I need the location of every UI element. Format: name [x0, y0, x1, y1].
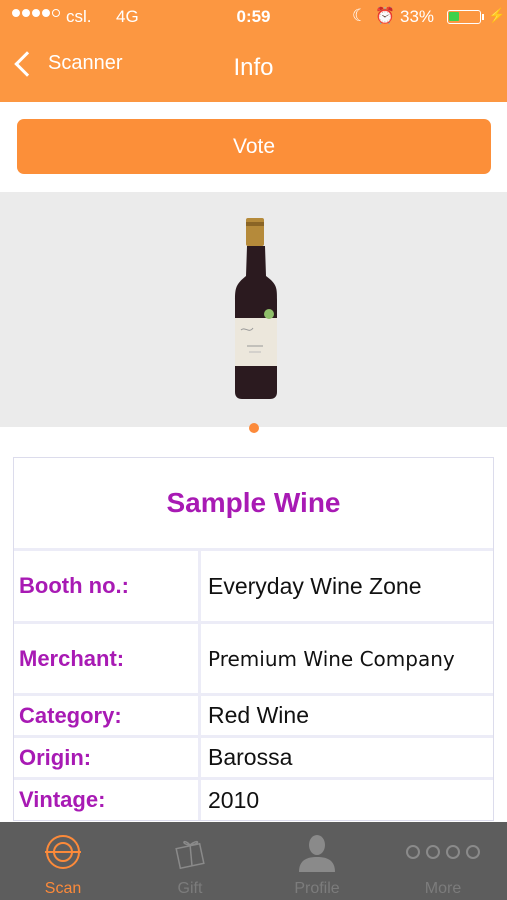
tab-gift-label: Gift — [177, 880, 203, 897]
product-image-carousel[interactable] — [0, 192, 507, 427]
tab-profile[interactable]: Profile — [254, 822, 380, 900]
table-row: Merchant: Premium Wine Company — [14, 621, 493, 693]
moon-icon: ☾ — [352, 6, 368, 25]
gift-icon — [127, 832, 253, 872]
origin-label: Origin: — [14, 738, 201, 777]
page-title: Info — [233, 54, 274, 81]
wine-bottle-image — [235, 218, 277, 399]
battery-percent: 33% — [400, 7, 435, 26]
battery-icon — [447, 10, 481, 24]
booth-label: Booth no.: — [14, 551, 201, 621]
vote-button[interactable]: Vote — [17, 119, 491, 174]
scan-target-icon — [0, 832, 126, 872]
more-dots-icon — [380, 832, 506, 872]
charging-bolt-icon: ⚡ — [488, 7, 506, 23]
person-icon — [254, 832, 380, 872]
table-row: Booth no.: Everyday Wine Zone — [14, 548, 493, 621]
vintage-value: 2010 — [208, 786, 260, 813]
tab-gift[interactable]: Gift — [127, 822, 253, 900]
battery-tip — [482, 14, 484, 20]
tab-scan[interactable]: Scan — [0, 822, 126, 900]
wine-info-card: Sample Wine Booth no.: Everyday Wine Zon… — [13, 457, 494, 821]
origin-value: Barossa — [208, 744, 293, 770]
merchant-value: Premium Wine Company — [208, 646, 455, 671]
merchant-label: Merchant: — [14, 624, 201, 693]
battery-level-fill — [449, 12, 459, 21]
tab-scan-label: Scan — [44, 880, 82, 897]
category-value: Red Wine — [208, 702, 309, 728]
table-row: Origin: Barossa — [14, 735, 493, 777]
wine-name: Sample Wine — [166, 487, 341, 518]
table-row: Vintage: 2010 — [14, 777, 493, 820]
tab-bar: Scan Gift Profile More — [0, 822, 507, 900]
status-bar: csl. 4G 0:59 ☾ ⏰ 33% ⚡ — [0, 0, 507, 34]
alarm-icon: ⏰ — [375, 8, 395, 25]
booth-value: Everyday Wine Zone — [208, 572, 422, 599]
carousel-page-indicator[interactable] — [249, 423, 259, 433]
table-row: Category: Red Wine — [14, 693, 493, 735]
tab-more[interactable]: More — [380, 822, 506, 900]
category-label: Category: — [14, 696, 201, 735]
navigation-bar: Scanner Info — [0, 34, 507, 102]
vintage-label: Vintage: — [14, 780, 201, 820]
tab-profile-label: Profile — [294, 880, 340, 897]
tab-more-label: More — [424, 880, 462, 897]
